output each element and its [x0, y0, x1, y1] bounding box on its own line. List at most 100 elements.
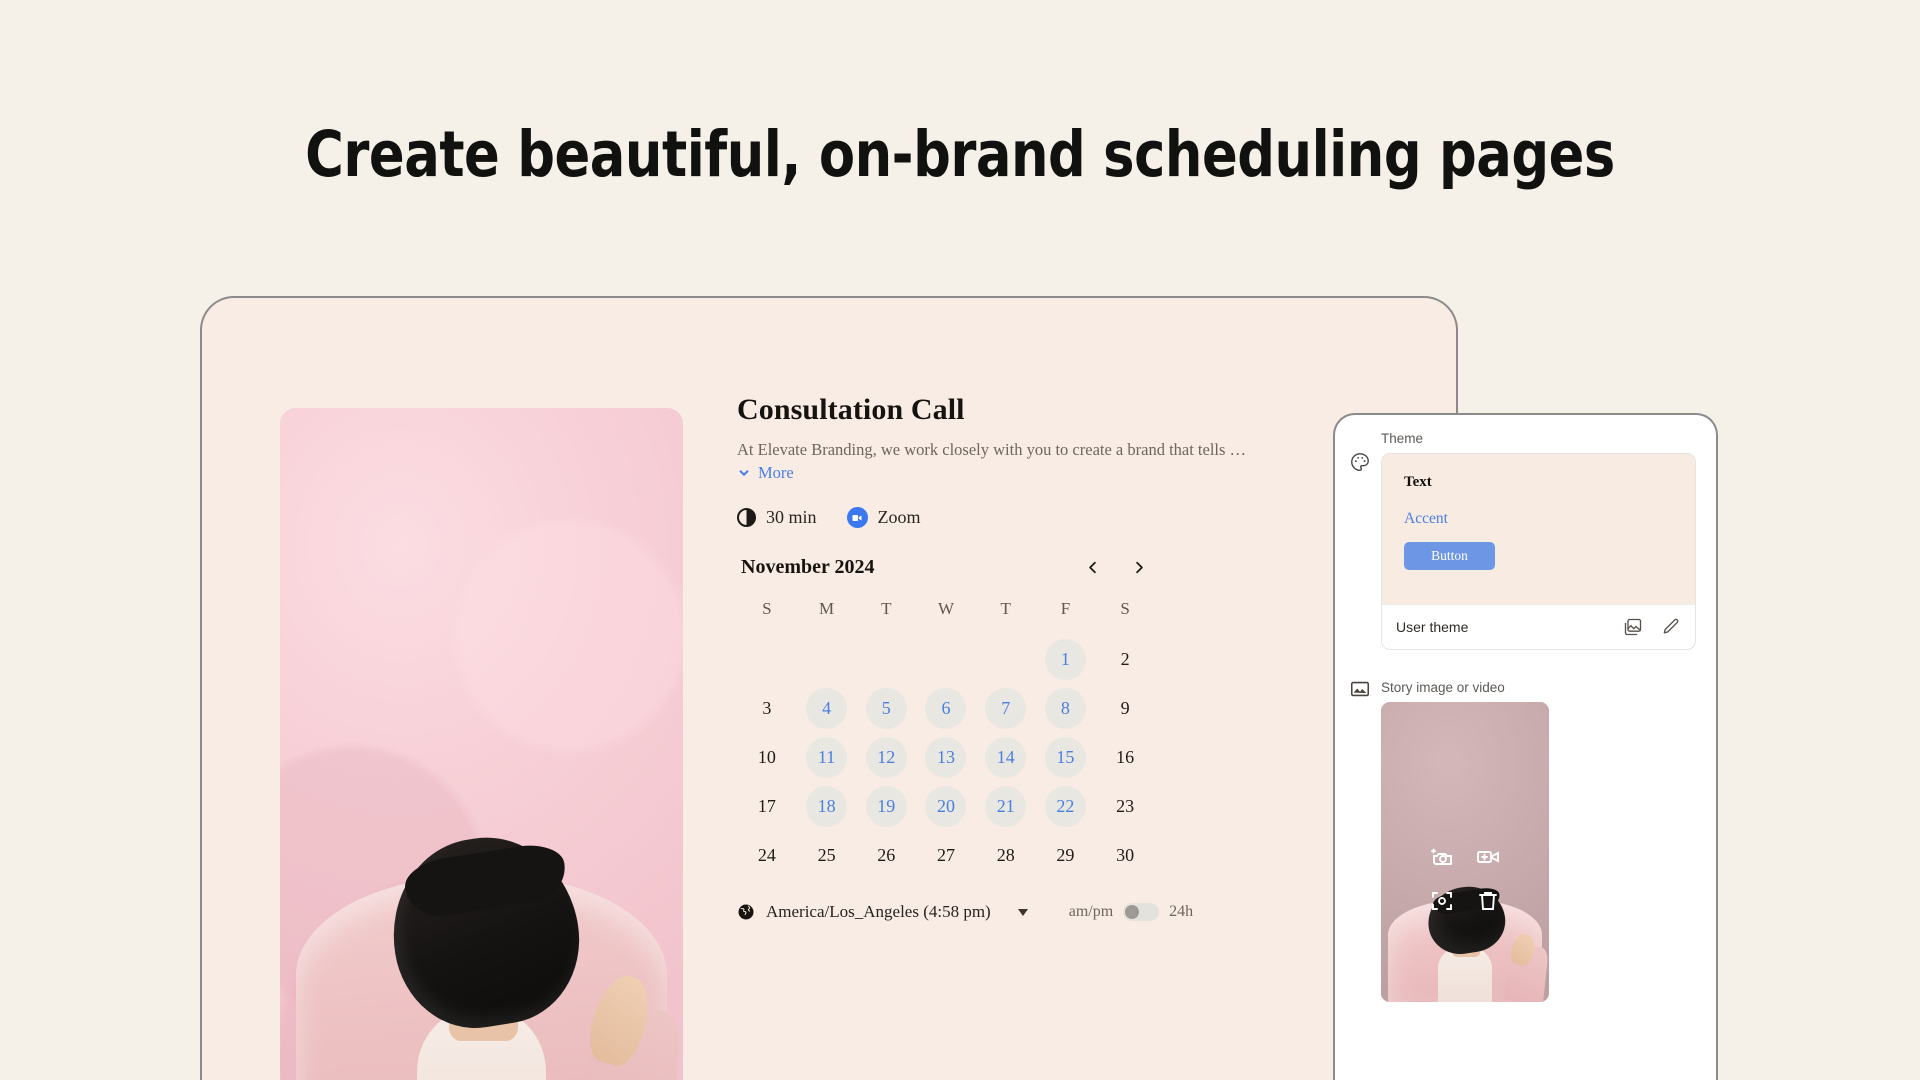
theme-button-sample[interactable]: Button: [1404, 542, 1495, 570]
calendar-day-available[interactable]: 22: [1044, 786, 1086, 827]
calendar-day-cell: 29: [1036, 835, 1096, 876]
calendar-day-unavailable: 17: [757, 796, 776, 816]
calendar-day-cell: 24: [737, 835, 797, 876]
calendar-day-cell[interactable]: 12: [856, 737, 916, 778]
calendar-empty-cell: [737, 639, 797, 680]
calendar-day-unavailable: 23: [1116, 796, 1135, 816]
calendar-day-cell[interactable]: 18: [797, 786, 857, 827]
palette-icon: [1349, 451, 1371, 473]
calendar-next-button[interactable]: [1128, 556, 1151, 579]
calendar-day-unavailable: 28: [996, 845, 1015, 865]
calendar-prev-button[interactable]: [1081, 556, 1104, 579]
calendar-day-cell: 26: [856, 835, 916, 876]
calendar-day-cell[interactable]: 14: [976, 737, 1036, 778]
event-cover-photo: [280, 408, 683, 1080]
more-toggle[interactable]: More: [737, 463, 1337, 483]
event-description: At Elevate Branding, we work closely wit…: [737, 440, 1247, 459]
focus-crop-icon[interactable]: [1425, 884, 1459, 918]
calendar-weekday-header: M: [819, 599, 835, 618]
calendar-nav: [1081, 556, 1151, 579]
calendar-grid: S M T W T F S 1 2 3 4 5 6 7 8 9 10 11 12 13 14 15 16 17 18 19 20 21…: [737, 599, 1155, 876]
calendar-day-available[interactable]: 8: [1044, 688, 1086, 729]
calendar-day-available[interactable]: 20: [925, 786, 967, 827]
calendar-day-cell[interactable]: 21: [976, 786, 1036, 827]
more-label: More: [758, 463, 794, 482]
calendar-day-unavailable: 29: [1056, 845, 1075, 865]
calendar-day-cell: 23: [1095, 786, 1155, 827]
calendar-day-cell: 25: [797, 835, 857, 876]
theme-text-sample: Text: [1404, 474, 1432, 490]
calendar-day-cell[interactable]: 13: [916, 737, 976, 778]
calendar-day-cell: 9: [1095, 688, 1155, 729]
story-image-preview[interactable]: [1381, 702, 1549, 1002]
calendar-weekday-header: F: [1060, 599, 1071, 618]
calendar-day-available[interactable]: 6: [925, 688, 967, 729]
calendar-day-cell[interactable]: 20: [916, 786, 976, 827]
globe-icon: [737, 903, 755, 921]
add-video-icon[interactable]: [1471, 840, 1505, 874]
calendar-day-available[interactable]: 14: [985, 737, 1027, 778]
pencil-icon[interactable]: [1661, 617, 1681, 637]
calendar-day-unavailable: 24: [757, 845, 776, 865]
clock-half-icon: [737, 508, 756, 527]
editor-panel-content: Theme Text Accent Button User theme Stor…: [1335, 415, 1716, 1002]
calendar-day-available[interactable]: 11: [806, 737, 848, 778]
calendar-day-available[interactable]: 1: [1044, 639, 1086, 680]
calendar-day-cell: 28: [976, 835, 1036, 876]
calendar-day-cell[interactable]: 11: [797, 737, 857, 778]
calendar-weekday-header: S: [762, 599, 772, 618]
calendar-day-cell[interactable]: 8: [1036, 688, 1096, 729]
24h-label: 24h: [1169, 903, 1194, 920]
calendar-day-cell: 2: [1095, 639, 1155, 680]
theme-section-label: Theme: [1381, 431, 1424, 446]
event-title: Consultation Call: [737, 393, 965, 426]
timezone-label: America/Los_Angeles (4:58 pm): [766, 902, 991, 921]
calendar-day-available[interactable]: 15: [1044, 737, 1086, 778]
calendar-day-unavailable: 16: [1116, 747, 1135, 767]
chevron-down-icon: [737, 466, 751, 480]
chevron-down-icon: [1017, 908, 1028, 916]
calendar-day-unavailable: 26: [877, 845, 896, 865]
zoom-video-icon: [846, 507, 868, 528]
calendar-day-available[interactable]: 19: [865, 786, 907, 827]
calendar-day-cell[interactable]: 5: [856, 688, 916, 729]
theme-preview: Text Accent Button: [1382, 454, 1695, 604]
gallery-image-icon[interactable]: [1623, 617, 1643, 637]
calendar-day-unavailable: 2: [1120, 649, 1130, 669]
calendar-day-unavailable: 3: [762, 698, 772, 718]
theme-card: Text Accent Button User theme: [1381, 453, 1696, 650]
calendar-day-cell: 27: [916, 835, 976, 876]
timezone-select[interactable]: America/Los_Angeles (4:58 pm): [737, 902, 1028, 922]
editor-panel: Theme Text Accent Button User theme Stor…: [1333, 413, 1718, 1080]
story-section-label: Story image or video: [1381, 680, 1505, 695]
calendar-day-cell[interactable]: 1: [1036, 639, 1096, 680]
calendar-day-cell[interactable]: 19: [856, 786, 916, 827]
calendar-day-cell[interactable]: 4: [797, 688, 857, 729]
calendar-day-unavailable: 25: [817, 845, 836, 865]
calendar-day-cell[interactable]: 22: [1036, 786, 1096, 827]
delete-trash-icon[interactable]: [1471, 884, 1505, 918]
calendar-weekday-header: T: [881, 599, 892, 618]
calendar-day-unavailable: 30: [1116, 845, 1135, 865]
calendar-day-unavailable: 27: [936, 845, 955, 865]
calendar-day-cell[interactable]: 7: [976, 688, 1036, 729]
calendar-month-label: November 2024: [741, 556, 875, 578]
calendar-day-available[interactable]: 21: [985, 786, 1027, 827]
calendar-day-available[interactable]: 12: [865, 737, 907, 778]
calendar-day-unavailable: 10: [757, 747, 776, 767]
time-format-control: am/pm 24h: [1069, 903, 1193, 921]
add-photo-icon[interactable]: [1425, 840, 1459, 874]
calendar-day-available[interactable]: 4: [806, 688, 848, 729]
page-title: Create beautiful, on-brand scheduling pa…: [305, 118, 1615, 191]
calendar-weekday-header: S: [1120, 599, 1130, 618]
calendar-day-available[interactable]: 7: [985, 688, 1027, 729]
calendar-header: November 2024: [737, 556, 1155, 579]
calendar-day-cell[interactable]: 15: [1036, 737, 1096, 778]
calendar-day-available[interactable]: 18: [806, 786, 848, 827]
time-format-toggle[interactable]: [1123, 903, 1160, 921]
calendar-day-available[interactable]: 5: [865, 688, 907, 729]
calendar-day-available[interactable]: 13: [925, 737, 967, 778]
calendar-empty-cell: [797, 639, 857, 680]
calendar-day-cell[interactable]: 6: [916, 688, 976, 729]
page-root: Create beautiful, on-brand scheduling pa…: [0, 0, 1920, 1080]
